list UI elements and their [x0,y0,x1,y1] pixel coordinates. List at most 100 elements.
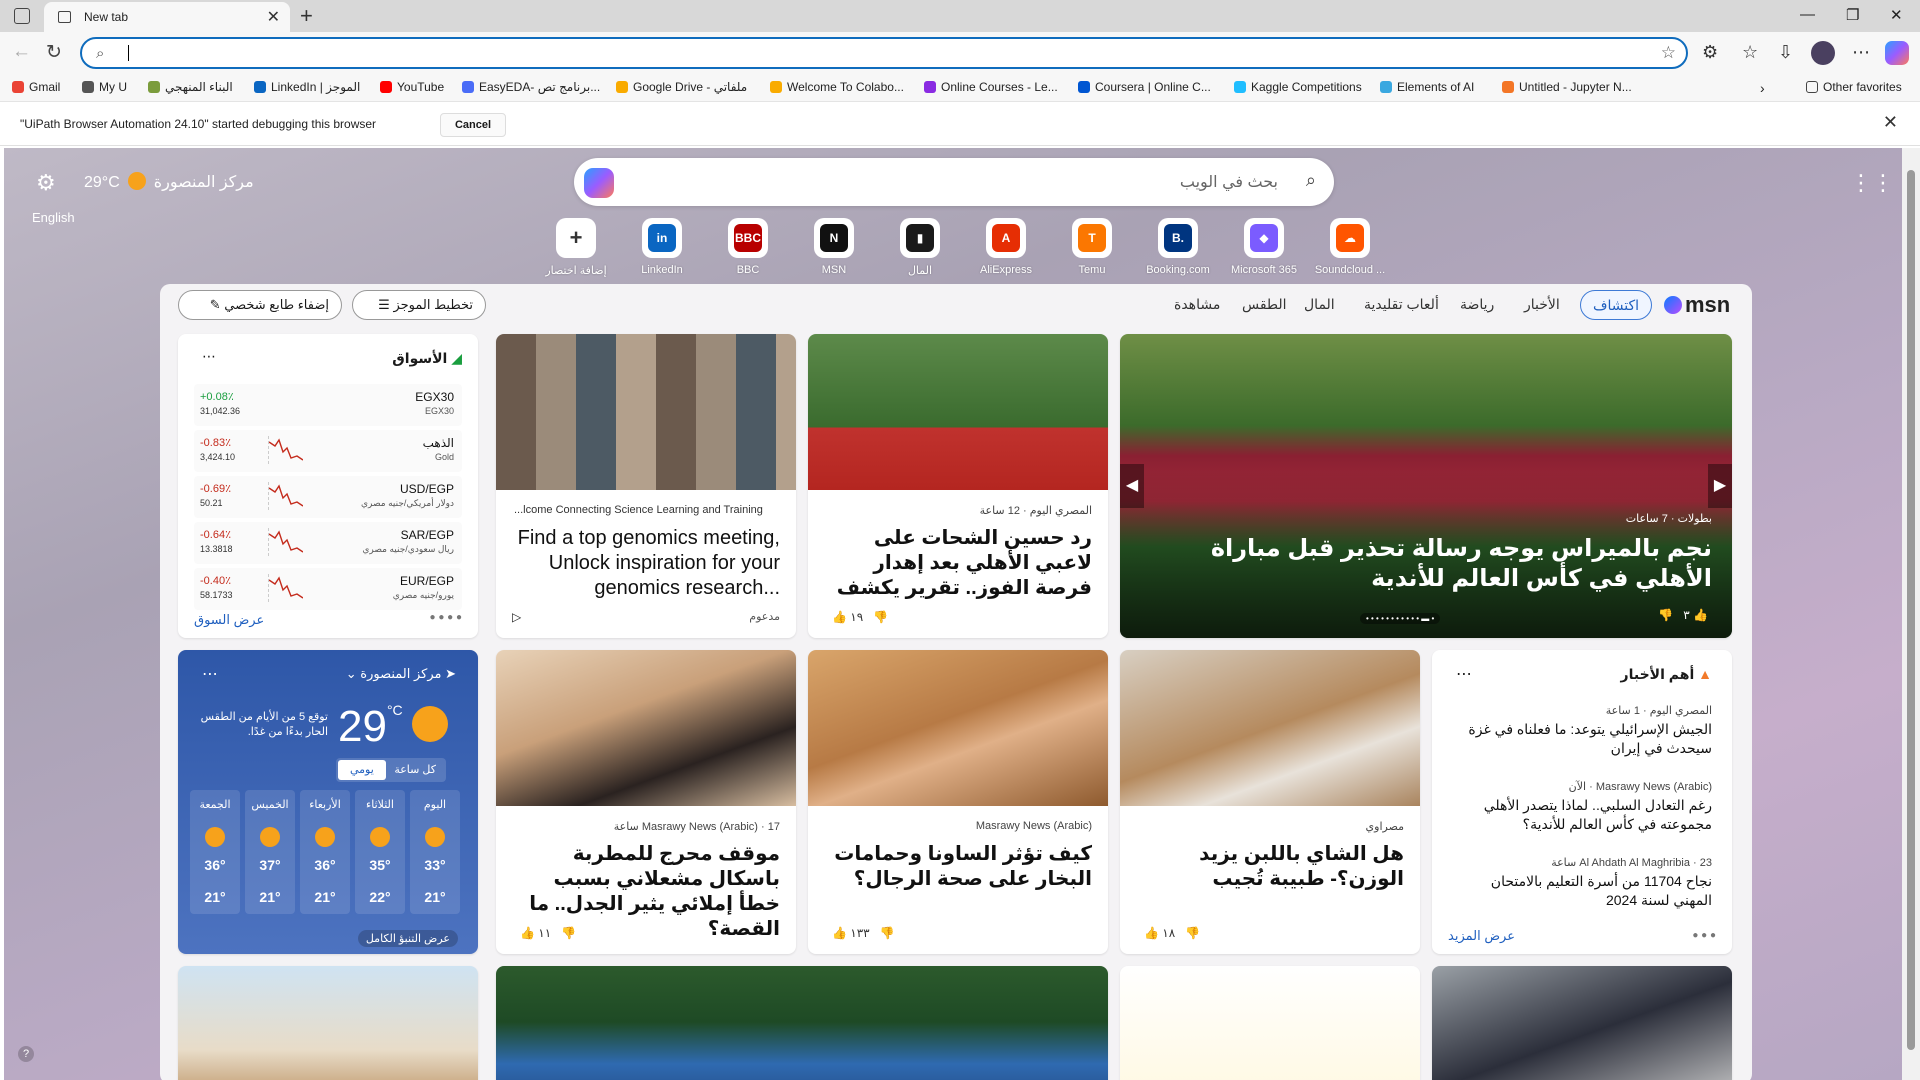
tab-weather[interactable]: الطقس [1242,296,1287,313]
apps-grid-icon[interactable]: ⋮⋮⋮ [1850,170,1902,196]
reactions[interactable]: 👎 ٣ 👍 [1658,608,1708,622]
favorite-item[interactable]: Google Drive - ملفاتي [616,80,747,94]
quick-link[interactable]: in LinkedIn [622,218,702,276]
reactions[interactable]: 👍 ١٩ 👎 [832,610,888,624]
news-card[interactable] [178,966,478,1080]
news-card[interactable]: المصري اليوم · 12 ساعة رد حسين الشحات عل… [808,334,1108,638]
favorite-item[interactable]: My U [82,80,127,94]
help-icon[interactable]: ? [18,1046,34,1062]
market-row[interactable]: الذهب Gold -0.83٪ 3,424.10 [194,430,462,472]
ad-choices-icon[interactable]: ▷ [512,610,521,624]
search-icon[interactable]: ⌕ [1306,170,1316,191]
favorite-item[interactable]: Welcome To Colabo... [770,80,904,94]
favorite-item[interactable]: Online Courses - Le... [924,80,1058,94]
more-options-icon[interactable]: ⋯ [202,664,218,684]
other-favorites[interactable]: Other favorites [1806,80,1902,94]
pager-dots[interactable]: ● ● ● ● [430,612,463,623]
quick-link[interactable]: T Temu [1052,218,1132,276]
weather-location[interactable]: ➤ مركز المنصورة ⌄ [346,666,456,682]
forecast-day[interactable]: الجمعة 36° 21° [190,790,240,914]
quick-link[interactable]: + إضافة اختصار [536,218,616,277]
carousel-next-icon[interactable]: ▶ [1708,464,1732,508]
reactions[interactable]: 👍 ١٨ 👎 [1144,926,1200,940]
quick-link[interactable]: ☁ Soundcloud ... [1310,218,1390,276]
copilot-icon[interactable] [1885,41,1909,65]
scrollbar[interactable] [1902,148,1920,1080]
extensions-icon[interactable]: ⚙ [1702,42,1718,63]
market-row[interactable]: EGX30 EGX30 +0.08٪ 31,042.36 [194,384,462,426]
carousel-dots[interactable]: • • • • • • • • • • • ▬ • [1360,613,1441,624]
cancel-button[interactable]: Cancel [440,113,506,137]
favorite-item[interactable]: Untitled - Jupyter N... [1502,80,1632,94]
web-search-box[interactable]: بحث في الويب ⌕ [574,158,1334,206]
market-row[interactable]: SAR/EGP ريال سعودي/جنيه مصري -0.64٪ 13.3818 [194,522,462,564]
favorite-item[interactable]: Kaggle Competitions [1234,80,1362,94]
feed-layout-button[interactable]: تخطيط الموجز ☰ [352,290,486,320]
top-news-item[interactable]: Al Ahdath Al Maghribia · 23 ساعة نجاح 117… [1452,856,1712,910]
reactions[interactable]: 👍 ١٣٣ 👎 [832,926,895,940]
scrollbar-thumb[interactable] [1907,170,1915,1050]
reactions[interactable]: 👍 ١١ 👎 [520,926,576,940]
favorite-item[interactable]: EasyEDA- برنامج تص... [462,80,600,94]
news-card[interactable] [496,966,1108,1080]
quick-link[interactable]: ◆ Microsoft 365 [1224,218,1304,276]
more-menu-icon[interactable]: ⋯ [1852,42,1870,63]
quick-link[interactable]: ▮ المال [880,218,960,277]
news-card[interactable]: Masrawy News (Arabic) · 17 ساعة موقف محر… [496,650,796,954]
favorite-item[interactable]: LinkedIn | الموجز [254,80,360,94]
favorite-star-icon[interactable]: ☆ [1661,43,1676,63]
address-bar[interactable]: ⌕ ☆ [80,37,1688,69]
favorites-icon[interactable]: ☆ [1742,42,1758,63]
downloads-icon[interactable]: ⇩ [1778,42,1793,63]
full-forecast-link[interactable]: عرض التنبؤ الكامل [357,930,458,947]
favorite-item[interactable]: Coursera | Online C... [1078,80,1211,94]
sponsored-card[interactable]: ...lcome Connecting Science Learning and… [496,334,796,638]
tab-casual-games[interactable]: ألعاب تقليدية [1364,296,1439,313]
quick-link[interactable]: A AliExpress [966,218,1046,276]
favorite-item[interactable]: YouTube [380,80,444,94]
favorite-item[interactable]: Gmail [12,80,60,94]
tab-watch[interactable]: مشاهدة [1174,296,1220,313]
copilot-icon[interactable] [584,168,614,198]
weather-summary[interactable]: 29°C مركز المنصورة [84,172,254,192]
tab-hourly[interactable]: كل ساعة [394,758,436,782]
news-card[interactable]: مصراوي هل الشاي باللبن يزيد الوزن؟- طبيب… [1120,650,1420,954]
tab-discover[interactable]: اكتشاف [1580,290,1653,320]
tab-sports[interactable]: رياضة [1460,296,1494,313]
market-row[interactable]: USD/EGP دولار أمريكي/جنيه مصري -0.69٪ 50.21 [194,476,462,518]
profile-avatar[interactable] [1811,41,1835,65]
weather-card[interactable]: ➤ مركز المنصورة ⌄ ⋯ 29°C توقع 5 من الأيا… [178,650,478,954]
forecast-day[interactable]: الأربعاء 36° 21° [300,790,350,914]
quick-link[interactable]: BBC BBC [708,218,788,276]
tab-money[interactable]: المال [1304,296,1335,313]
refresh-icon[interactable]: ↻ [46,41,62,64]
news-card[interactable]: Masrawy News (Arabic) كيف تؤثر الساونا و… [808,650,1108,954]
forecast-day[interactable]: الثلاثاء 35° 22° [355,790,405,914]
restore-button[interactable]: ❐ [1846,6,1859,24]
workspaces-icon[interactable] [14,8,30,24]
forecast-day[interactable]: الخميس 37° 21° [245,790,295,914]
language-link[interactable]: English [32,210,75,225]
quick-link[interactable]: N MSN [794,218,874,276]
tab-daily[interactable]: يومي [338,760,386,780]
market-row[interactable]: EUR/EGP يورو/جنيه مصري -0.40٪ 58.1733 [194,568,462,610]
tab-news[interactable]: الأخبار [1524,296,1560,313]
settings-gear-icon[interactable]: ⚙ [36,170,56,196]
new-tab-button[interactable]: + [300,3,313,29]
news-card[interactable] [1120,966,1420,1080]
close-window-button[interactable]: ✕ [1890,6,1903,24]
search-input[interactable]: بحث في الويب [1180,172,1278,192]
close-tab-icon[interactable]: ✕ [267,7,280,27]
forecast-day[interactable]: اليوم 33° 21° [410,790,460,914]
carousel-prev-icon[interactable]: ◀ [1120,464,1144,508]
minimize-button[interactable]: — [1800,6,1815,23]
favorite-item[interactable]: Elements of AI [1380,80,1474,94]
close-icon[interactable]: ✕ [1883,112,1898,133]
top-news-item[interactable]: المصري اليوم · 1 ساعة الجيش الإسرائيلي يت… [1452,704,1712,758]
pager-dots[interactable]: ● ● ● [1692,930,1716,941]
favorite-item[interactable]: البناء المنهجي [148,80,233,94]
hero-carousel-card[interactable]: ◀ ▶ بطولات · 7 ساعات نجم بالميراس يوجه ر… [1120,334,1732,638]
more-options-icon[interactable]: ⋯ [202,348,216,365]
msn-logo[interactable]: msn [1664,292,1730,318]
back-icon[interactable]: ← [12,41,31,63]
